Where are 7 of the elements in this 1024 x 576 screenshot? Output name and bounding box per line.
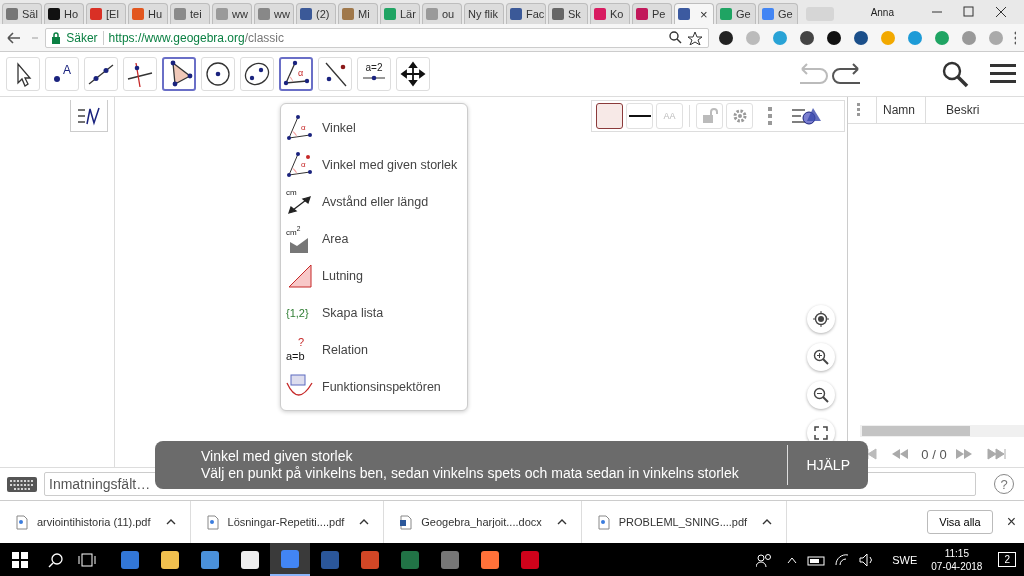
tooltip-title: Vinkel med given storlek bbox=[201, 448, 354, 465]
tool-icon: ? a=b bbox=[286, 335, 314, 364]
page-counter: 0 / 0 bbox=[921, 446, 947, 462]
tool-icon: {1,2} bbox=[286, 298, 314, 327]
tooltip-text: Välj en punkt på vinkelns ben, sedan vinkelns spets och mata sedan in vinkelns storlek bbox=[201, 465, 740, 482]
column-header: Beskri bbox=[925, 97, 990, 123]
column-header: Namn bbox=[876, 97, 925, 123]
